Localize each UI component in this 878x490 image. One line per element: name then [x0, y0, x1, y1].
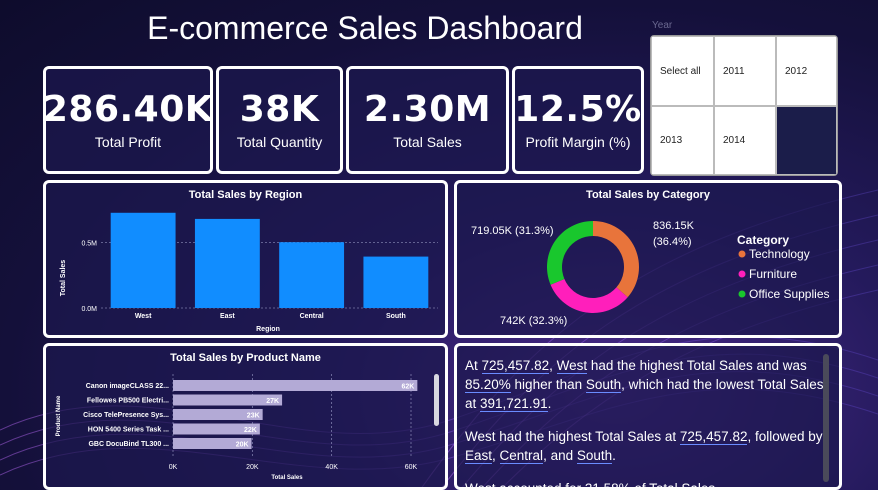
data-label: 20K — [236, 442, 249, 449]
y-tick-label: 0.0M — [81, 306, 97, 313]
slice-office-supplies — [547, 221, 593, 285]
region-bar-chart: Total Sales Region 0.0M 0.5M West East Centr… — [60, 212, 438, 333]
scrollbar[interactable] — [823, 354, 829, 482]
legend-item: Office Supplies — [749, 287, 830, 301]
data-label: 836.15K — [653, 220, 695, 232]
kpi-total-profit[interactable]: 286.40K Total Profit — [43, 66, 213, 174]
x-tick-label: West — [135, 313, 152, 320]
kpi-value: 2.30M — [363, 89, 492, 130]
slicer-option-2012[interactable]: 2012 — [776, 36, 837, 106]
scrollbar[interactable] — [434, 374, 439, 426]
year-slicer[interactable]: Select all 2011 2012 2013 2014 — [650, 35, 838, 176]
x-axis-label: Region — [256, 326, 280, 333]
kpi-total-sales[interactable]: 2.30M Total Sales — [346, 66, 509, 174]
slice-furniture — [550, 278, 628, 313]
y-tick-label: HON 5400 Series Task ... — [88, 427, 169, 434]
kpi-value: 286.40K — [43, 89, 213, 130]
page-title: E-commerce Sales Dashboard — [147, 10, 583, 46]
x-tick-label: South — [386, 313, 406, 320]
category-chart-card[interactable]: Total Sales by Category Category 836.15K… — [454, 180, 842, 338]
narrative-paragraph: West accounted for 31.58% of Total Sales… — [465, 481, 719, 490]
legend-item: Furniture — [749, 267, 797, 281]
data-label: 27K — [266, 398, 279, 405]
kpi-profit-margin[interactable]: 12.5% Profit Margin (%) — [512, 66, 644, 174]
narrative-paragraph: West had the highest Total Sales at 725,… — [465, 429, 823, 464]
smart-narrative-card[interactable]: At 725,457.82, West had the highest Tota… — [454, 343, 842, 490]
kpi-label: Profit Margin (%) — [525, 134, 631, 150]
data-label: 719.05K (31.3%) — [471, 225, 554, 237]
y-axis-label: Product Name — [56, 395, 62, 436]
bar-central — [279, 242, 345, 308]
bar-west — [110, 212, 176, 308]
slice-technology — [593, 221, 639, 298]
y-tick-label: Canon imageCLASS 22... — [86, 383, 169, 390]
slicer-title: Year — [652, 20, 673, 31]
legend-marker — [738, 270, 746, 278]
bar-east — [194, 218, 260, 308]
data-label: (36.4%) — [653, 236, 692, 248]
data-label: 742K (32.3%) — [500, 315, 567, 327]
narrative-paragraph: At 725,457.82, West had the highest Tota… — [465, 358, 824, 412]
y-tick-label: GBC DocuBind TL300 ... — [88, 441, 169, 448]
product-chart-card[interactable]: Total Sales by Product Name Product Name… — [43, 343, 448, 490]
slicer-option-2013[interactable]: 2013 — [651, 106, 714, 175]
kpi-value: 12.5% — [514, 89, 642, 130]
x-tick-label: 20K — [246, 464, 259, 471]
x-tick-label: 40K — [325, 464, 338, 471]
legend-marker — [738, 250, 746, 258]
slicer-option-select-all[interactable]: Select all — [651, 36, 714, 106]
y-tick-label: 0.5M — [81, 240, 97, 247]
kpi-label: Total Profit — [94, 134, 162, 150]
legend-title: Category — [737, 233, 789, 247]
region-chart-card[interactable]: Total Sales by Region Total Sales Region… — [43, 180, 448, 338]
product-bar-chart: Product Name Total Sales 0K 20K 40K 60K Cano… — [56, 374, 418, 481]
bar — [173, 380, 418, 391]
kpi-label: Total Sales — [393, 134, 462, 150]
data-label: 22K — [244, 427, 257, 434]
x-axis-label: Total Sales — [271, 475, 303, 481]
category-donut-chart: Category 836.15K (36.4%) 742K (32.3%) 719.0… — [471, 220, 830, 327]
narrative-text: At 725,457.82, West had the highest Tota… — [457, 346, 839, 490]
y-axis-label: Total Sales — [60, 260, 67, 297]
data-label: 23K — [247, 413, 260, 420]
x-tick-label: 60K — [405, 464, 418, 471]
legend-marker — [738, 290, 746, 298]
x-tick-label: Central — [300, 313, 324, 320]
x-tick-label: East — [220, 313, 235, 320]
legend-item: Technology — [749, 247, 810, 261]
data-label: 62K — [402, 384, 415, 391]
x-tick-label: 0K — [169, 464, 178, 471]
slicer-empty-cell — [776, 106, 837, 175]
kpi-value: 38K — [239, 89, 320, 130]
y-tick-label: Fellowes PB500 Electri... — [87, 398, 169, 405]
kpi-total-quantity[interactable]: 38K Total Quantity — [216, 66, 343, 174]
y-tick-label: Cisco TelePresence Sys... — [83, 412, 169, 419]
slicer-option-2011[interactable]: 2011 — [714, 36, 776, 106]
slicer-option-2014[interactable]: 2014 — [714, 106, 776, 175]
kpi-label: Total Quantity — [236, 134, 323, 150]
bar-south — [363, 256, 429, 308]
